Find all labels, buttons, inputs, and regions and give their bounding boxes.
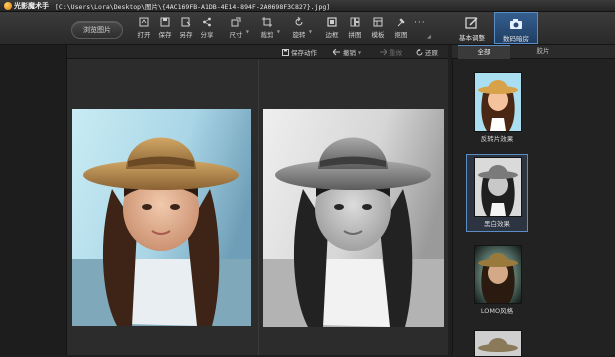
- crop-dropdown-icon[interactable]: ▼: [277, 29, 280, 34]
- open-icon: [139, 17, 149, 27]
- more-tools-caret-icon[interactable]: ◢: [427, 34, 431, 40]
- save-as-button[interactable]: 另存: [175, 15, 197, 41]
- save-action-icon: [282, 48, 289, 56]
- border-icon: [327, 17, 337, 27]
- cutout-button[interactable]: 抠图: [390, 15, 412, 41]
- template-button[interactable]: 模板: [367, 15, 389, 41]
- rotate-button[interactable]: 旋转 ▼: [288, 15, 312, 41]
- save-action-button[interactable]: 保存动作: [282, 47, 317, 57]
- app-name: 光影魔术手: [14, 1, 49, 10]
- crop-button[interactable]: 裁剪 ▼: [256, 15, 280, 41]
- save-action-label: 保存动作: [291, 49, 317, 57]
- save-button[interactable]: 保存: [154, 15, 176, 41]
- title-bar: 光影魔术手 [C:\Users\Lora\Desktop\图片\{4AC169F…: [0, 0, 615, 12]
- more-tools-button[interactable]: ···: [414, 18, 426, 28]
- camera-icon: [510, 19, 522, 29]
- file-path: [C:\Users\Lora\Desktop\图片\{4AC169FB-A1DB…: [55, 2, 331, 11]
- undo-label: 撤销: [343, 49, 356, 57]
- effect-thumb-reversal[interactable]: [474, 72, 522, 132]
- restore-button[interactable]: 还原: [416, 47, 438, 57]
- effects-tabs: 全部 胶片: [452, 45, 615, 59]
- save-label: 保存: [158, 31, 172, 39]
- border-button[interactable]: 边框: [321, 15, 343, 41]
- restore-label: 还原: [425, 49, 438, 57]
- rotate-dropdown-icon[interactable]: ▼: [309, 29, 312, 34]
- share-label: 分享: [200, 31, 214, 39]
- effect-thumb-lomo[interactable]: [474, 245, 522, 304]
- save-as-icon: [181, 17, 191, 27]
- collage-button[interactable]: 拼图: [344, 15, 366, 41]
- save-as-label: 另存: [179, 31, 193, 39]
- template-label: 模板: [371, 31, 385, 39]
- share-icon: [203, 17, 211, 27]
- original-photo: [72, 109, 251, 326]
- left-panel: [0, 45, 67, 355]
- rotate-label: 旋转: [292, 31, 306, 39]
- save-icon: [160, 17, 170, 27]
- undo-dropdown-icon[interactable]: ▼: [358, 50, 361, 55]
- processed-photo: [263, 109, 444, 327]
- effect-label-lomo: LOMO风格: [480, 307, 514, 315]
- resize-icon: [231, 17, 241, 27]
- border-label: 边框: [325, 31, 339, 39]
- crop-label: 裁剪: [260, 31, 274, 39]
- crop-icon: [262, 17, 272, 27]
- undo-button[interactable]: 撤销 ▼: [333, 47, 361, 57]
- app-logo-icon: [4, 1, 12, 10]
- share-button[interactable]: 分享: [196, 15, 218, 41]
- action-bar: 保存动作 撤销 ▼ 重做 还原: [67, 45, 448, 59]
- effect-label-reversal: 反转片效果: [480, 135, 514, 143]
- browse-images-button[interactable]: 浏览图片: [71, 21, 123, 39]
- cutout-icon: [397, 18, 405, 27]
- resize-button[interactable]: 尺寸 ▼: [225, 15, 249, 41]
- tab-basic-adjust-label: 基本调整: [459, 34, 485, 42]
- redo-icon: [380, 48, 387, 55]
- tab-all[interactable]: 全部: [458, 45, 510, 59]
- cutout-label: 抠图: [394, 31, 408, 39]
- tab-film[interactable]: 胶片: [518, 45, 568, 58]
- open-label: 打开: [137, 31, 151, 39]
- compare-divider[interactable]: [258, 59, 259, 355]
- effect-label-black-white: 黑白效果: [484, 220, 510, 228]
- tab-basic-adjust[interactable]: 基本调整: [451, 12, 493, 44]
- effect-thumb-black-white[interactable]: [474, 157, 522, 217]
- resize-label: 尺寸: [229, 31, 243, 39]
- rotate-icon: [295, 17, 303, 26]
- tab-digital-darkroom-label: 数码暗房: [503, 35, 529, 43]
- redo-label: 重做: [389, 49, 402, 57]
- edit-icon: [465, 17, 478, 29]
- open-button[interactable]: 打开: [133, 15, 155, 41]
- effect-thumb-next[interactable]: [474, 330, 522, 357]
- collage-icon: [350, 17, 360, 27]
- restore-icon: [416, 48, 423, 55]
- resize-dropdown-icon[interactable]: ▼: [246, 29, 249, 34]
- tab-digital-darkroom[interactable]: 数码暗房: [494, 12, 538, 44]
- redo-button[interactable]: 重做: [379, 47, 402, 57]
- template-icon: [373, 17, 383, 27]
- collage-label: 拼图: [348, 31, 362, 39]
- undo-icon: [333, 48, 340, 55]
